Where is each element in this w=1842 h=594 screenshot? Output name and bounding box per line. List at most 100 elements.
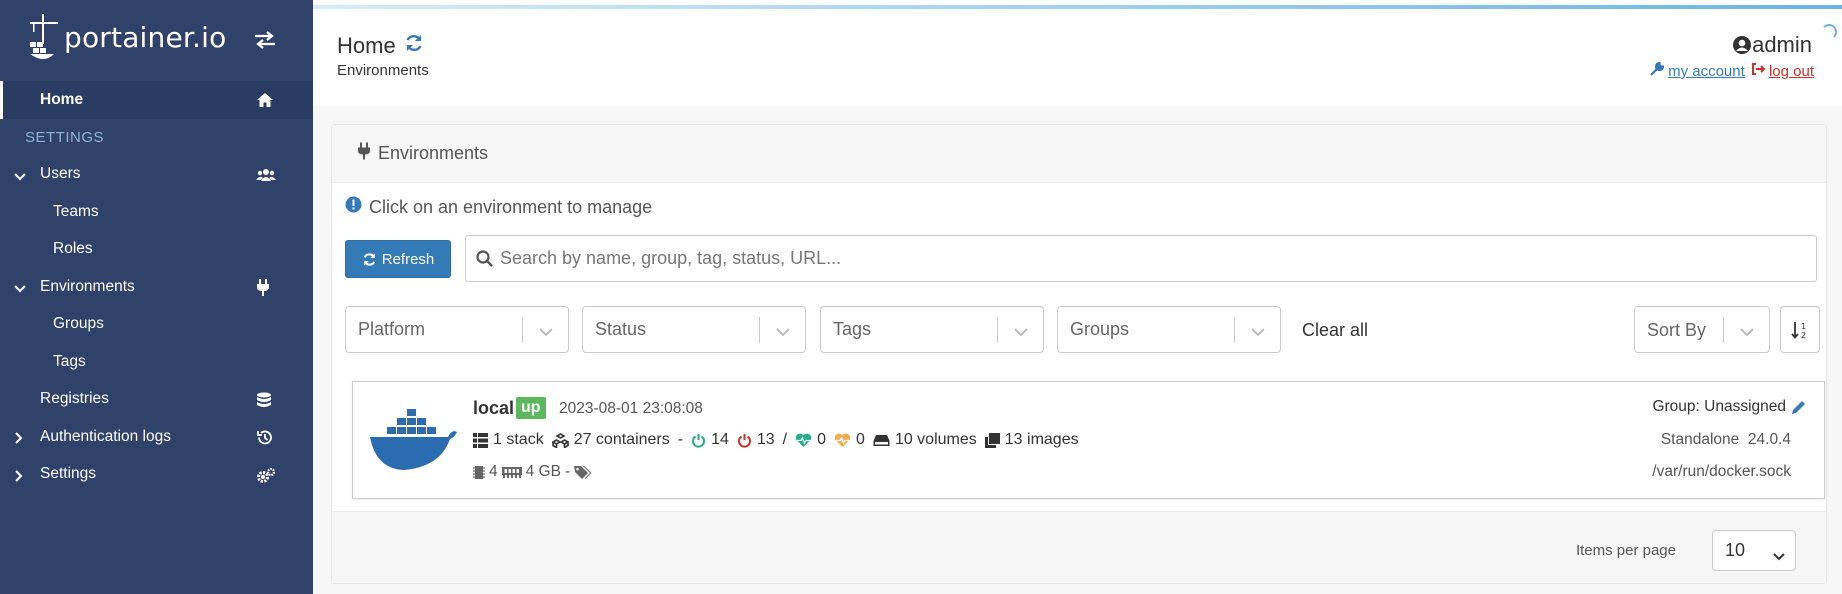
heartbeat-warning-icon: [834, 433, 851, 447]
page-title: Home: [337, 33, 424, 59]
th-list-icon: [473, 432, 488, 448]
platform-filter-label: Platform: [358, 319, 426, 339]
environment-resources: 4 4 GB -: [473, 463, 593, 481]
sidebar-item-label: Teams: [53, 202, 99, 220]
environment-url: /var/run/docker.sock: [1652, 463, 1791, 480]
group-text: Group: Unassigned: [1652, 398, 1786, 415]
environment-name: local: [473, 398, 515, 418]
sort-by-select[interactable]: Sort By: [1634, 306, 1770, 353]
sidebar-item-roles[interactable]: Roles: [0, 231, 313, 269]
items-per-page-select[interactable]: 10: [1712, 530, 1796, 571]
chevron-down-icon[interactable]: [538, 322, 554, 343]
portainer-logo[interactable]: portainer.io: [28, 12, 226, 62]
containers-stat: 27 containers: [551, 431, 670, 449]
stacks-stat: 1 stack: [473, 431, 544, 449]
page-header: Home Environments admin my account log o…: [313, 0, 1842, 106]
stopped-count: 13: [756, 431, 775, 448]
memory-amount: 4 GB: [525, 463, 561, 480]
plug-icon: [256, 279, 270, 301]
widget-title: Environments: [378, 143, 489, 163]
sort-numeric-icon: 12: [1791, 321, 1806, 340]
search-icon: [476, 250, 493, 267]
hdd-icon: [873, 434, 890, 446]
history-icon: [256, 429, 273, 451]
status-filter[interactable]: Status: [582, 306, 806, 353]
brand-name: portainer.io: [64, 20, 227, 54]
cpu-count: 4: [489, 463, 498, 480]
refresh-button-label: Refresh: [381, 250, 435, 268]
toggle-sidebar-icon[interactable]: [253, 30, 277, 55]
log-out-text[interactable]: log out: [1769, 63, 1814, 80]
my-account-text[interactable]: my account: [1668, 63, 1745, 80]
unhealthy-stat: 0: [834, 431, 865, 449]
crane-icon: [30, 14, 58, 59]
chevron-right-icon[interactable]: [14, 431, 24, 449]
loading-spinner: [1821, 24, 1837, 40]
groups-filter[interactable]: Groups: [1057, 306, 1281, 353]
refresh-button[interactable]: Refresh: [345, 240, 451, 278]
refresh-icon[interactable]: [404, 33, 424, 59]
chevron-down-icon[interactable]: [14, 281, 26, 299]
environment-timestamp: 2023-08-01 23:08:08: [559, 400, 703, 417]
search-input[interactable]: [500, 248, 1816, 269]
sidebar-item-registries[interactable]: Registries: [0, 381, 313, 419]
sign-out-icon: [1751, 63, 1766, 75]
images-count: 13 images: [1004, 431, 1079, 448]
environment-card-local[interactable]: local up 2023-08-01 23:08:08 1 stack 27 …: [352, 381, 1825, 499]
environment-group: Group: Unassigned: [1652, 398, 1806, 416]
tags-filter-label: Tags: [833, 319, 872, 339]
sidebar-item-teams[interactable]: Teams: [0, 193, 313, 231]
sidebar-item-users[interactable]: Users: [0, 156, 313, 194]
filter-separator: [1234, 317, 1235, 343]
info-circle-icon: [345, 196, 362, 218]
sidebar-item-authentication-logs[interactable]: Authentication logs: [0, 418, 313, 456]
environment-type-text: Standalone: [1660, 431, 1740, 448]
sidebar-item-tags[interactable]: Tags: [0, 343, 313, 381]
sort-order-button[interactable]: 12: [1780, 306, 1820, 353]
widget-footer: Items per page 10: [332, 511, 1826, 583]
environment-stats: 1 stack 27 containers - 14 13 / 0 0 10 v…: [473, 431, 1087, 449]
svg-text:1: 1: [1801, 322, 1806, 331]
sidebar-item-settings[interactable]: Settings: [0, 456, 313, 494]
sidebar-item-label: Roles: [53, 240, 93, 258]
chevron-down-icon[interactable]: [1773, 546, 1785, 567]
environment-type: Standalone 24.0.4: [1661, 431, 1791, 449]
docker-logo-icon: [368, 407, 458, 478]
home-icon: [256, 92, 274, 113]
items-per-page-value: 10: [1725, 540, 1746, 560]
platform-filter[interactable]: Platform: [345, 306, 569, 353]
pencil-icon[interactable]: [1791, 400, 1806, 415]
cubes-icon: [551, 432, 569, 448]
status-filter-label: Status: [595, 319, 647, 339]
clear-all-button[interactable]: Clear all: [1302, 320, 1368, 341]
users-icon: [256, 167, 276, 188]
sidebar-item-groups[interactable]: Groups: [0, 306, 313, 344]
my-account-link[interactable]: my account: [1650, 61, 1745, 80]
filter-separator: [1723, 317, 1724, 343]
groups-filter-label: Groups: [1070, 319, 1130, 339]
sidebar-item-label: Registries: [40, 390, 109, 408]
loading-bar: [313, 5, 1842, 9]
chevron-down-icon[interactable]: [775, 322, 791, 343]
database-icon: [256, 392, 272, 415]
page-title-text: Home: [337, 33, 396, 58]
unhealthy-count: 0: [856, 431, 865, 448]
chevron-down-icon[interactable]: [1013, 322, 1029, 343]
chevron-down-icon[interactable]: [14, 169, 26, 187]
resources-separator: -: [564, 463, 571, 480]
heartbeat-icon: [795, 433, 812, 447]
chevron-right-icon[interactable]: [14, 469, 24, 487]
sidebar-item-home[interactable]: Home: [0, 81, 313, 119]
tags-filter[interactable]: Tags: [820, 306, 1044, 353]
environments-widget: Environments Click on an environment to …: [331, 124, 1827, 584]
user-menu: admin: [1732, 32, 1812, 58]
containers-count: 27 containers: [573, 431, 670, 448]
chevron-down-icon[interactable]: [1739, 322, 1755, 343]
filter-separator: [759, 317, 760, 343]
sidebar-item-environments[interactable]: Environments: [0, 268, 313, 306]
sidebar-item-label: Tags: [53, 352, 86, 370]
search-box[interactable]: [465, 235, 1817, 282]
log-out-link[interactable]: log out: [1751, 62, 1814, 80]
filter-separator: [522, 317, 523, 343]
chevron-down-icon[interactable]: [1250, 322, 1266, 343]
